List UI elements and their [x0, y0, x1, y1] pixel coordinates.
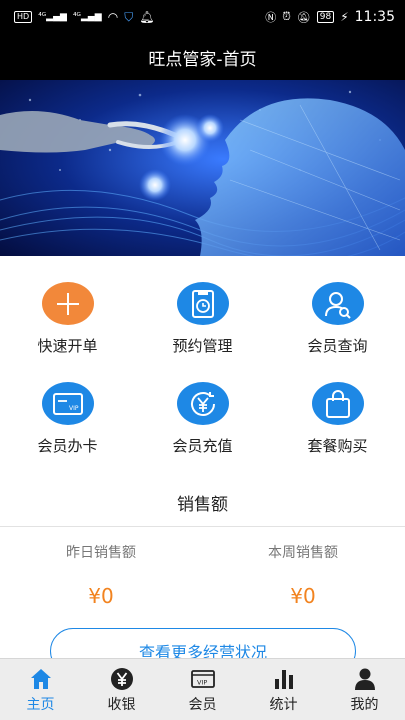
- menu-item-member-search[interactable]: 会员查询: [270, 256, 405, 356]
- charging-icon: ⚡︎: [340, 10, 349, 24]
- shopping-bag-icon: [311, 382, 364, 425]
- vip-card-icon: VIP: [190, 670, 215, 688]
- tab-cashier[interactable]: 收银: [81, 659, 162, 720]
- yesterday-sales-label: 昨日销售额: [66, 545, 136, 561]
- header-bar: 旺点管家-首页: [0, 34, 405, 80]
- yesterday-sales: 昨日销售额 ¥0: [0, 542, 202, 608]
- battery-level: 98: [316, 11, 335, 23]
- svg-text:VIP: VIP: [69, 405, 79, 412]
- menu-item-quick-order[interactable]: 快速开单: [0, 256, 135, 356]
- menu-item-label: 会员办卡: [37, 437, 98, 455]
- page-title: 旺点管家-首页: [148, 49, 257, 70]
- signal-icon: ⁴ᴳ▂▄▆: [38, 12, 67, 22]
- hd-indicator: HD: [14, 11, 33, 23]
- plus-icon: [41, 282, 94, 325]
- banner-illustration: [0, 80, 405, 256]
- tab-label: 会员: [188, 697, 217, 713]
- alarm-icon: ⏰︎: [282, 10, 291, 23]
- bottom-tab-bar: 主页 收银 VIP 会员 统计 我的: [0, 658, 405, 720]
- menu-item-member-recharge[interactable]: 会员充值: [135, 356, 270, 456]
- menu-item-member-card[interactable]: VIP 会员办卡: [0, 356, 135, 456]
- week-sales-label: 本周销售额: [268, 545, 338, 561]
- menu-item-label: 快速开单: [37, 337, 98, 355]
- bar-chart-icon: [274, 670, 293, 689]
- user-search-icon: [311, 282, 364, 325]
- status-right: Ⓝ ⏰︎ 🔕︎ 98 ⚡︎ 11:35: [265, 9, 395, 25]
- tab-statistics[interactable]: 统计: [243, 659, 324, 720]
- status-bar: HD ⁴ᴳ▂▄▆ ⁴ᴳ▂▄▆ ◠ ⛉ 🔔︎ Ⓝ ⏰︎ 🔕︎ 98 ⚡︎ 11:3…: [0, 0, 405, 34]
- yesterday-sales-value: ¥0: [88, 584, 114, 608]
- mute-icon: 🔕︎: [296, 10, 311, 24]
- sales-section-title: 销售额: [177, 495, 228, 515]
- week-sales: 本周销售额 ¥0: [202, 542, 404, 608]
- vip-card-icon: VIP: [41, 382, 94, 425]
- wifi-icon: ◠: [107, 10, 119, 24]
- svg-text:VIP: VIP: [197, 679, 207, 687]
- tab-label: 统计: [269, 697, 298, 713]
- week-sales-value: ¥0: [290, 584, 316, 608]
- status-left: HD ⁴ᴳ▂▄▆ ⁴ᴳ▂▄▆ ◠ ⛉ 🔔︎: [14, 10, 154, 25]
- yen-recharge-icon: [176, 382, 229, 425]
- tab-member[interactable]: VIP 会员: [162, 659, 243, 720]
- banner-image: [0, 80, 405, 256]
- tab-home[interactable]: 主页: [0, 659, 81, 720]
- tab-label: 我的: [350, 697, 379, 713]
- menu-item-package-purchase[interactable]: 套餐购买: [270, 356, 405, 456]
- yen-circle-icon: [110, 668, 133, 690]
- clock-time: 11:35: [354, 9, 395, 25]
- person-icon: [354, 668, 375, 690]
- tab-label: 收银: [107, 697, 136, 713]
- menu-item-label: 会员充值: [172, 437, 233, 455]
- notification-bell-icon: 🔔︎: [139, 10, 155, 24]
- menu-item-appointment[interactable]: 预约管理: [135, 256, 270, 356]
- tab-mine[interactable]: 我的: [324, 659, 405, 720]
- menu-grid: 快速开单 预约管理 会员查询 VIP 会员办卡 会员充值 套餐购买: [0, 256, 405, 482]
- menu-item-label: 套餐购买: [307, 437, 368, 455]
- menu-item-label: 预约管理: [172, 337, 233, 355]
- menu-item-label: 会员查询: [307, 337, 368, 355]
- home-icon: [30, 669, 51, 689]
- signal-icon-2: ⁴ᴳ▂▄▆: [72, 12, 102, 22]
- nfc-icon: Ⓝ: [265, 11, 277, 24]
- shield-icon: ⛉: [124, 9, 134, 24]
- divider: [0, 526, 405, 527]
- tab-label: 主页: [26, 697, 55, 713]
- clock-document-icon: [176, 282, 229, 325]
